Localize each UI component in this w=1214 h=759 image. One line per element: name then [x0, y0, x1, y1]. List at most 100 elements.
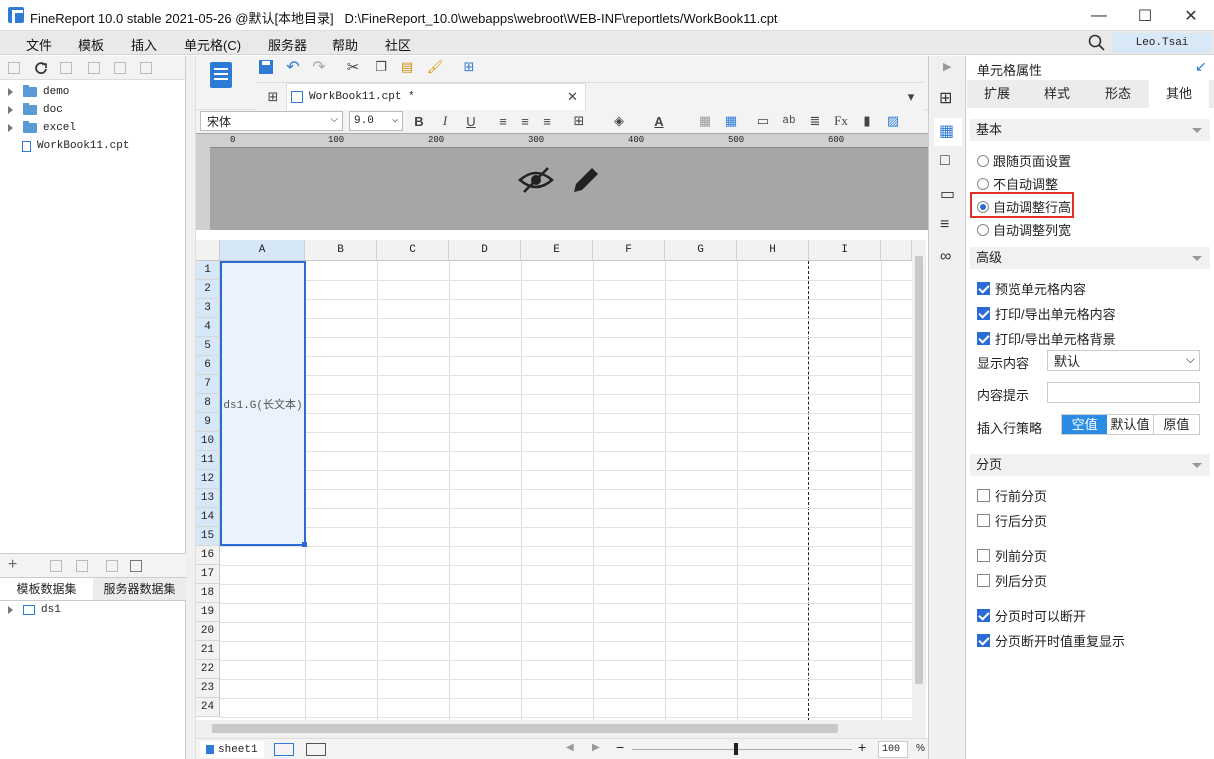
- delete-dataset-icon[interactable]: [76, 560, 88, 572]
- zoom-in-icon[interactable]: +: [858, 739, 866, 755]
- text-icon[interactable]: ab: [780, 112, 798, 130]
- zoom-input[interactable]: 100: [878, 741, 908, 758]
- dataset-item-ds1[interactable]: ds1: [8, 604, 61, 616]
- settings-icon[interactable]: [88, 62, 100, 74]
- text-field-icon[interactable]: ▭: [754, 112, 772, 130]
- user-badge[interactable]: Leo.Tsai: [1112, 33, 1212, 53]
- check-page-after-col[interactable]: 列后分页: [977, 571, 1047, 590]
- row-header[interactable]: 7: [196, 375, 220, 394]
- row-header[interactable]: 11: [196, 451, 220, 470]
- font-color-icon[interactable]: A: [650, 112, 668, 130]
- rich-text-icon[interactable]: ≣: [806, 112, 824, 130]
- add-dataset-icon[interactable]: +: [8, 556, 17, 574]
- bold-icon[interactable]: B: [410, 112, 428, 130]
- text-box-icon[interactable]: ⊞: [460, 58, 478, 76]
- select-all-corner[interactable]: [196, 240, 220, 261]
- insert-original-option[interactable]: 原值: [1154, 415, 1199, 434]
- image-icon[interactable]: ▨: [884, 112, 902, 130]
- vertical-scrollbar[interactable]: [912, 240, 926, 720]
- row-header[interactable]: 6: [196, 356, 220, 375]
- template-icon[interactable]: [208, 60, 234, 90]
- row-header[interactable]: 17: [196, 565, 220, 584]
- check-print-background[interactable]: 打印/导出单元格背景: [977, 329, 1116, 348]
- col-header-e[interactable]: E: [521, 240, 593, 261]
- copy-format-icon[interactable]: ❐: [372, 58, 390, 76]
- tree-item-workbook[interactable]: WorkBook11.cpt: [22, 140, 129, 152]
- tab-workbook[interactable]: WorkBook11.cpt * ✕: [286, 83, 586, 111]
- align-center-icon[interactable]: ≡: [516, 112, 534, 130]
- tab-form[interactable]: 形态: [1088, 80, 1148, 108]
- row-header[interactable]: 14: [196, 508, 220, 527]
- insert-null-option[interactable]: 空值: [1062, 415, 1108, 434]
- check-repeat-on-break[interactable]: 分页断开时值重复显示: [977, 631, 1125, 650]
- expand-caret-icon[interactable]: [8, 124, 13, 132]
- border-icon[interactable]: ⊞: [570, 112, 588, 130]
- tab-expand[interactable]: 扩展: [967, 80, 1027, 108]
- new-folder-icon[interactable]: [8, 62, 20, 74]
- row-header[interactable]: 23: [196, 679, 220, 698]
- row-header[interactable]: 2: [196, 280, 220, 299]
- italic-icon[interactable]: I: [436, 112, 454, 130]
- scroll-left-icon[interactable]: ◀: [566, 742, 574, 753]
- save-icon[interactable]: [258, 59, 274, 75]
- preview-icon[interactable]: [106, 560, 118, 572]
- row-header[interactable]: 19: [196, 603, 220, 622]
- chart-icon[interactable]: ▮: [858, 112, 876, 130]
- check-can-break[interactable]: 分页时可以断开: [977, 606, 1086, 625]
- cut-icon[interactable]: ✂: [344, 58, 362, 76]
- hide-eye-icon[interactable]: [518, 164, 554, 196]
- row-header[interactable]: 13: [196, 489, 220, 508]
- widget-icon[interactable]: ▭: [940, 184, 955, 204]
- menu-cell[interactable]: 单元格(C): [184, 35, 241, 54]
- menu-insert[interactable]: 插入: [131, 35, 157, 54]
- check-page-after-row[interactable]: 行后分页: [977, 511, 1047, 530]
- tab-style[interactable]: 样式: [1027, 80, 1087, 108]
- merged-cell-a1[interactable]: ds1.G(长文本): [220, 261, 306, 546]
- scrollbar-thumb[interactable]: [915, 256, 923, 684]
- align-right-icon[interactable]: ≡: [538, 112, 556, 130]
- expand-caret-icon[interactable]: [8, 88, 13, 96]
- check-preview-content[interactable]: 预览单元格内容: [977, 279, 1086, 298]
- section-advanced[interactable]: 高级: [970, 247, 1210, 269]
- search-icon[interactable]: [1088, 34, 1106, 52]
- add-aggregate-sheet-icon[interactable]: [306, 743, 326, 756]
- row-header[interactable]: 3: [196, 299, 220, 318]
- row-header[interactable]: 1: [196, 261, 220, 280]
- collapse-arrow-icon[interactable]: ▶: [943, 60, 951, 73]
- fill-color-icon[interactable]: ◈: [610, 112, 628, 130]
- col-header-g[interactable]: G: [665, 240, 737, 261]
- dataset-config-icon[interactable]: [130, 560, 142, 572]
- font-size-select[interactable]: 9.0 ⌵: [349, 111, 403, 131]
- locate-icon[interactable]: [60, 62, 72, 74]
- delete-icon[interactable]: [114, 62, 126, 74]
- row-header[interactable]: 18: [196, 584, 220, 603]
- format-painter-icon[interactable]: 🖌: [426, 58, 444, 76]
- row-header[interactable]: 10: [196, 432, 220, 451]
- edit-pencil-icon[interactable]: [570, 164, 602, 196]
- col-header-a[interactable]: A: [220, 240, 305, 261]
- font-select[interactable]: 宋体 ⌵: [200, 111, 343, 131]
- row-header[interactable]: 24: [196, 698, 220, 717]
- check-print-content[interactable]: 打印/导出单元格内容: [977, 304, 1116, 323]
- row-header[interactable]: 9: [196, 413, 220, 432]
- menu-template[interactable]: 模板: [78, 35, 104, 54]
- menu-file[interactable]: 文件: [26, 35, 52, 54]
- expand-caret-icon[interactable]: [8, 606, 13, 614]
- col-header-f[interactable]: F: [593, 240, 665, 261]
- fill-handle[interactable]: [302, 542, 307, 547]
- tab-other[interactable]: 其他: [1149, 80, 1209, 108]
- radio-auto-col-width[interactable]: 自动调整列宽: [977, 220, 1071, 239]
- tab-server-dataset[interactable]: 服务器数据集: [93, 578, 186, 600]
- radio-no-auto[interactable]: 不自动调整: [977, 174, 1058, 193]
- tab-close-icon[interactable]: ✕: [567, 89, 578, 105]
- col-header-i[interactable]: I: [809, 240, 881, 261]
- row-header[interactable]: 22: [196, 660, 220, 679]
- underline-icon[interactable]: U: [462, 112, 480, 130]
- scrollbar-thumb[interactable]: [212, 724, 838, 733]
- menu-help[interactable]: 帮助: [332, 35, 358, 54]
- tree-item-doc[interactable]: doc: [8, 103, 63, 116]
- expand-caret-icon[interactable]: [8, 106, 13, 114]
- scroll-right-icon[interactable]: ▶: [592, 742, 600, 753]
- col-header-c[interactable]: C: [377, 240, 449, 261]
- minimize-button[interactable]: —: [1076, 0, 1122, 31]
